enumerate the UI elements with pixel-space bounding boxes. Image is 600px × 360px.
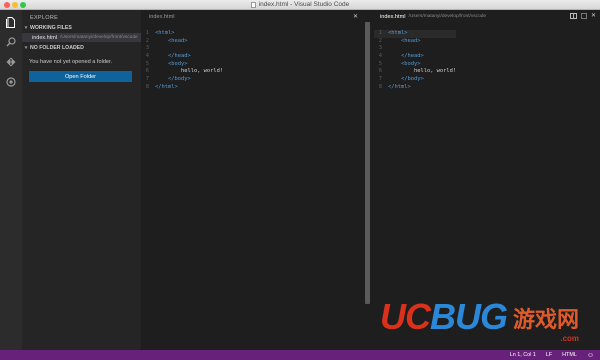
working-file-name: index.html	[32, 34, 58, 41]
code-line[interactable]: 4 </head>	[141, 53, 223, 61]
line-number: 4	[378, 53, 382, 60]
scrollbar-thumb[interactable]	[365, 22, 370, 304]
files-icon[interactable]	[4, 15, 18, 29]
editor-tab-left[interactable]: index.html ✕	[141, 10, 362, 23]
line-text: <head>	[388, 37, 421, 44]
debug-icon[interactable]	[4, 75, 18, 89]
working-files-label: WORKING FILES	[30, 24, 72, 31]
close-icon[interactable]: ✕	[353, 13, 358, 20]
line-number: 7	[378, 76, 382, 83]
working-file-item[interactable]: index.html /Users/matanyi/develop/front/…	[22, 33, 141, 42]
line-number: 6	[145, 68, 149, 75]
line-number: 4	[145, 53, 149, 60]
line-text: hello, world!	[155, 68, 224, 75]
split-editor-icon[interactable]	[569, 13, 577, 19]
code-line[interactable]: 6 hello, world!	[374, 68, 456, 76]
tab-filename: index.html	[149, 13, 175, 20]
line-number: 7	[145, 76, 149, 83]
line-text: <body>	[155, 60, 188, 67]
line-text: <html>	[388, 30, 408, 36]
code-line[interactable]: 5 <body>	[141, 61, 223, 69]
search-icon[interactable]	[4, 35, 18, 49]
tab-filepath: /Users/matanyi/develop/front/vscode	[408, 14, 487, 19]
line-number: 5	[145, 60, 149, 67]
code-line[interactable]: 1 <html>	[141, 30, 223, 38]
line-number: 8	[378, 83, 382, 90]
line-text: <html>	[155, 30, 175, 36]
more-actions-icon[interactable]	[580, 13, 587, 19]
code-line[interactable]: 5 <body>	[374, 61, 456, 69]
window-title: index.html - Visual Studio Code	[258, 1, 350, 8]
close-icon[interactable]: ✕	[591, 13, 596, 19]
explorer-sidebar: EXPLORE ▾ WORKING FILES index.html /User…	[22, 10, 141, 350]
code-line[interactable]: 2 <head>	[374, 38, 456, 46]
title-bar: index.html - Visual Studio Code	[0, 0, 600, 10]
feedback-smiley-icon[interactable]: ☺	[587, 352, 594, 359]
code-line[interactable]: 2 <head>	[141, 38, 223, 46]
chevron-down-icon: ▾	[24, 24, 28, 31]
editor-group-left: index.html ✕ 1 <html> 2 <head> 3 4 </head> 5 …	[141, 10, 362, 350]
code-line[interactable]: 7 </body>	[374, 76, 456, 84]
line-number: 6	[378, 68, 382, 75]
watermark-brand-a: UC	[380, 296, 431, 337]
code-editor-right[interactable]: 1 <html> 2 <head> 3 4 </head> 5 <body> 6 hello…	[374, 30, 457, 92]
sidebar-title: EXPLORE	[30, 15, 59, 21]
code-line[interactable]: 7 </body>	[141, 76, 223, 84]
line-text: hello, world!	[388, 68, 457, 75]
working-files-header[interactable]: ▾ WORKING FILES	[22, 23, 141, 32]
code-line[interactable]: 4 </head>	[374, 53, 456, 61]
line-number: 1	[378, 30, 382, 36]
line-text: <head>	[155, 37, 188, 44]
chevron-down-icon: ▾	[24, 44, 28, 51]
line-number: 2	[145, 37, 149, 44]
line-text: <body>	[388, 60, 421, 67]
status-bar: Ln 1, Col 1 LF HTML ☺	[0, 350, 600, 360]
code-line[interactable]: 8 </html>	[374, 84, 456, 92]
line-ending[interactable]: LF	[546, 352, 552, 358]
watermark-domain: .com	[560, 334, 580, 343]
cursor-position[interactable]: Ln 1, Col 1	[510, 352, 536, 358]
code-editor-left[interactable]: 1 <html> 2 <head> 3 4 </head> 5 <body> 6 hello…	[141, 30, 223, 92]
no-folder-label: NO FOLDER LOADED	[30, 44, 84, 51]
code-line[interactable]: 8 </html>	[141, 84, 223, 92]
no-folder-message: You have not yet opened a folder.	[29, 59, 113, 65]
document-icon	[250, 2, 256, 8]
line-text: </head>	[155, 53, 191, 60]
code-line[interactable]: 6 hello, world!	[141, 68, 223, 76]
code-line[interactable]: 1 <html>	[374, 30, 457, 38]
tab-filename: index.html	[380, 13, 406, 20]
line-text: </html>	[388, 83, 411, 90]
working-file-path: /Users/matanyi/develop/front/vscode	[60, 35, 138, 40]
line-text: </head>	[388, 53, 424, 60]
open-folder-button[interactable]: Open Folder	[29, 71, 132, 82]
activity-bar	[0, 10, 22, 350]
watermark-brand-b: BUG	[430, 296, 508, 337]
line-text: </body>	[388, 76, 424, 83]
ucbug-watermark: UC BUG 游戏网 .com	[380, 296, 580, 343]
line-number: 3	[378, 45, 382, 52]
git-icon[interactable]	[4, 55, 18, 69]
code-line[interactable]: 3	[141, 45, 223, 53]
editor-tab-right[interactable]: index.html /Users/matanyi/develop/front/…	[374, 10, 600, 23]
watermark-cn: 游戏网	[513, 307, 580, 333]
line-number: 3	[145, 45, 149, 52]
language-mode[interactable]: HTML	[562, 352, 577, 358]
line-text: </body>	[155, 76, 191, 83]
code-line[interactable]: 3	[374, 45, 456, 53]
line-text: </html>	[155, 83, 178, 90]
no-folder-header[interactable]: ▾ NO FOLDER LOADED	[22, 43, 141, 52]
line-number: 8	[145, 83, 149, 90]
line-number: 5	[378, 60, 382, 67]
line-number: 1	[145, 30, 149, 36]
line-number: 2	[378, 37, 382, 44]
